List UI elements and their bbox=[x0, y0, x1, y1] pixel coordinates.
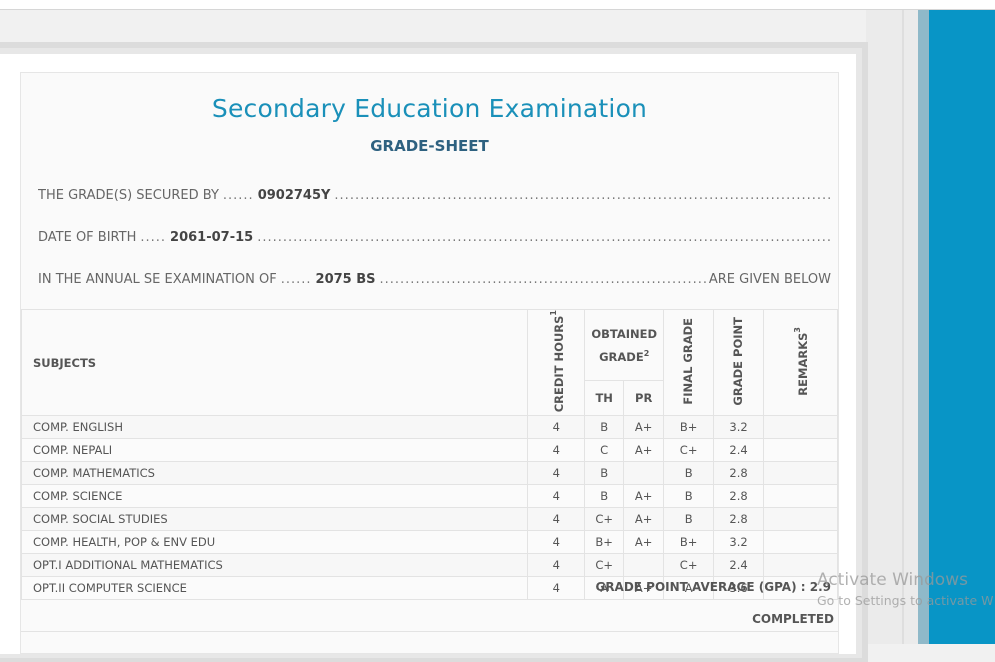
th-grade-cell: C+ bbox=[584, 553, 625, 578]
browser-top-edge bbox=[0, 0, 995, 10]
subject-cell: OPT.II COMPUTER SCIENCE bbox=[20, 576, 529, 601]
th-grade-cell: C bbox=[584, 438, 625, 463]
symbol-number: 0902745Y bbox=[257, 187, 331, 203]
table-row: COMP. ENGLISH 4 B A+ B+ 3.2 bbox=[20, 415, 838, 440]
pr-grade-cell: A+ bbox=[623, 438, 665, 463]
subject-cell: COMP. NEPALI bbox=[20, 438, 529, 463]
header-remarks: REMARKS3 bbox=[763, 308, 838, 417]
leader-dots: ...... bbox=[280, 271, 312, 287]
subject-cell: COMP. SOCIAL STUDIES bbox=[20, 507, 529, 532]
leader-dots: ..... bbox=[140, 229, 167, 245]
leader-dots: ........................................… bbox=[257, 229, 831, 245]
final-grade-cell: B bbox=[663, 461, 715, 486]
secured-by-label: THE GRADE(S) SECURED BY bbox=[38, 187, 219, 203]
th-grade-cell: B bbox=[584, 461, 625, 486]
exam-row: IN THE ANNUAL SE EXAMINATION OF ...... 2… bbox=[38, 269, 831, 289]
remarks-cell bbox=[763, 484, 838, 509]
pr-grade-cell bbox=[623, 553, 665, 578]
sheet-subtitle: GRADE-SHEET bbox=[370, 137, 489, 155]
credit-cell: 4 bbox=[527, 438, 586, 463]
table-row: COMP. SOCIAL STUDIES 4 C+ A+ B 2.8 bbox=[20, 507, 838, 532]
final-grade-cell: B bbox=[663, 484, 715, 509]
table-row: COMP. NEPALI 4 C A+ C+ 2.4 bbox=[20, 438, 838, 463]
header-pr: PR bbox=[623, 379, 665, 417]
grade-point-cell: 3.2 bbox=[713, 415, 765, 440]
status-badge: COMPLETED bbox=[752, 612, 834, 626]
grades-table: SUBJECTS CREDIT HOURS1 OBTAINED GRADE2 F… bbox=[20, 308, 838, 601]
subject-cell: COMP. MATHEMATICS bbox=[20, 461, 529, 486]
exam-title: Secondary Education Examination bbox=[211, 94, 648, 123]
credit-cell: 4 bbox=[527, 576, 586, 601]
grade-point-cell: 2.4 bbox=[713, 438, 765, 463]
subject-cell: COMP. HEALTH, POP & ENV EDU bbox=[20, 530, 529, 555]
grade-point-cell: 2.8 bbox=[713, 507, 765, 532]
right-accent-panel bbox=[929, 10, 995, 644]
header-obtained-grade: OBTAINED GRADE2 bbox=[584, 309, 665, 381]
remarks-cell bbox=[763, 507, 838, 532]
grade-point-cell: 2.8 bbox=[713, 484, 765, 509]
grade-sheet: Secondary Education Examination GRADE-SH… bbox=[20, 72, 839, 654]
dob-label: DATE OF BIRTH bbox=[38, 229, 137, 245]
header-subjects: SUBJECTS bbox=[20, 308, 529, 417]
final-grade-cell: B+ bbox=[663, 415, 715, 440]
credit-cell: 4 bbox=[527, 507, 586, 532]
header-grade-point: GRADE POINT bbox=[713, 308, 765, 417]
credit-cell: 4 bbox=[527, 530, 586, 555]
exam-year: 2075 BS bbox=[315, 271, 376, 287]
grade-point-cell: 2.8 bbox=[713, 461, 765, 486]
scrollbar-track[interactable] bbox=[918, 10, 929, 644]
dob-row: DATE OF BIRTH ..... 2061-07-15 .........… bbox=[38, 227, 831, 247]
table-row: COMP. SCIENCE 4 B A+ B 2.8 bbox=[20, 484, 838, 509]
table-row: COMP. HEALTH, POP & ENV EDU 4 B+ A+ B+ 3.2 bbox=[20, 530, 838, 555]
remarks-cell bbox=[763, 438, 838, 463]
final-grade-cell: B bbox=[663, 507, 715, 532]
exam-label: IN THE ANNUAL SE EXAMINATION OF bbox=[38, 271, 277, 287]
final-grade-cell: C+ bbox=[663, 438, 715, 463]
credit-cell: 4 bbox=[527, 553, 586, 578]
th-grade-cell: C+ bbox=[584, 507, 625, 532]
remarks-cell bbox=[763, 415, 838, 440]
exam-suffix: ARE GIVEN BELOW bbox=[708, 271, 831, 287]
pr-grade-cell bbox=[623, 461, 665, 486]
table-row: OPT.I ADDITIONAL MATHEMATICS 4 C+ C+ 2.4 bbox=[20, 553, 838, 578]
gpa-label: GRADE POINT AVERAGE (GPA) : bbox=[595, 580, 806, 594]
dob-value: 2061-07-15 bbox=[170, 229, 254, 245]
th-grade-cell: B bbox=[584, 484, 625, 509]
header-final-grade: FINAL GRADE bbox=[663, 308, 715, 417]
credit-cell: 4 bbox=[527, 461, 586, 486]
leader-dots: ........................................… bbox=[334, 187, 831, 203]
grade-point-cell: 2.4 bbox=[713, 553, 765, 578]
right-gutter-line bbox=[902, 10, 904, 644]
header-credit-hours: CREDIT HOURS1 bbox=[527, 308, 586, 417]
pr-grade-cell: A+ bbox=[623, 530, 665, 555]
divider bbox=[21, 631, 838, 632]
subject-cell: OPT.I ADDITIONAL MATHEMATICS bbox=[20, 553, 529, 578]
right-gutter bbox=[866, 10, 918, 644]
leader-dots: ...... bbox=[222, 187, 254, 203]
watermark-title: Activate Windows bbox=[817, 570, 968, 590]
table-row: COMP. MATHEMATICS 4 B B 2.8 bbox=[20, 461, 838, 486]
final-grade-cell: C+ bbox=[663, 553, 715, 578]
pr-grade-cell: A+ bbox=[623, 507, 665, 532]
th-grade-cell: B+ bbox=[584, 530, 625, 555]
secured-by-row: THE GRADE(S) SECURED BY ...... 0902745Y … bbox=[38, 185, 831, 205]
leader-dots: ........................................… bbox=[379, 271, 707, 287]
subject-cell: COMP. ENGLISH bbox=[20, 415, 529, 440]
subject-cell: COMP. SCIENCE bbox=[20, 484, 529, 509]
credit-cell: 4 bbox=[527, 484, 586, 509]
credit-cell: 4 bbox=[527, 415, 586, 440]
final-grade-cell: B+ bbox=[663, 530, 715, 555]
remarks-cell bbox=[763, 530, 838, 555]
remarks-cell bbox=[763, 461, 838, 486]
pr-grade-cell: A+ bbox=[623, 415, 665, 440]
grade-point-cell: 3.2 bbox=[713, 530, 765, 555]
windows-activation-watermark: Activate Windows Go to Settings to activ… bbox=[817, 570, 993, 608]
pr-grade-cell: A+ bbox=[623, 484, 665, 509]
th-grade-cell: B bbox=[584, 415, 625, 440]
gpa-line: GRADE POINT AVERAGE (GPA) : 2.9 bbox=[595, 580, 831, 594]
header-th: TH bbox=[584, 379, 625, 417]
watermark-subtitle: Go to Settings to activate W bbox=[817, 593, 994, 608]
